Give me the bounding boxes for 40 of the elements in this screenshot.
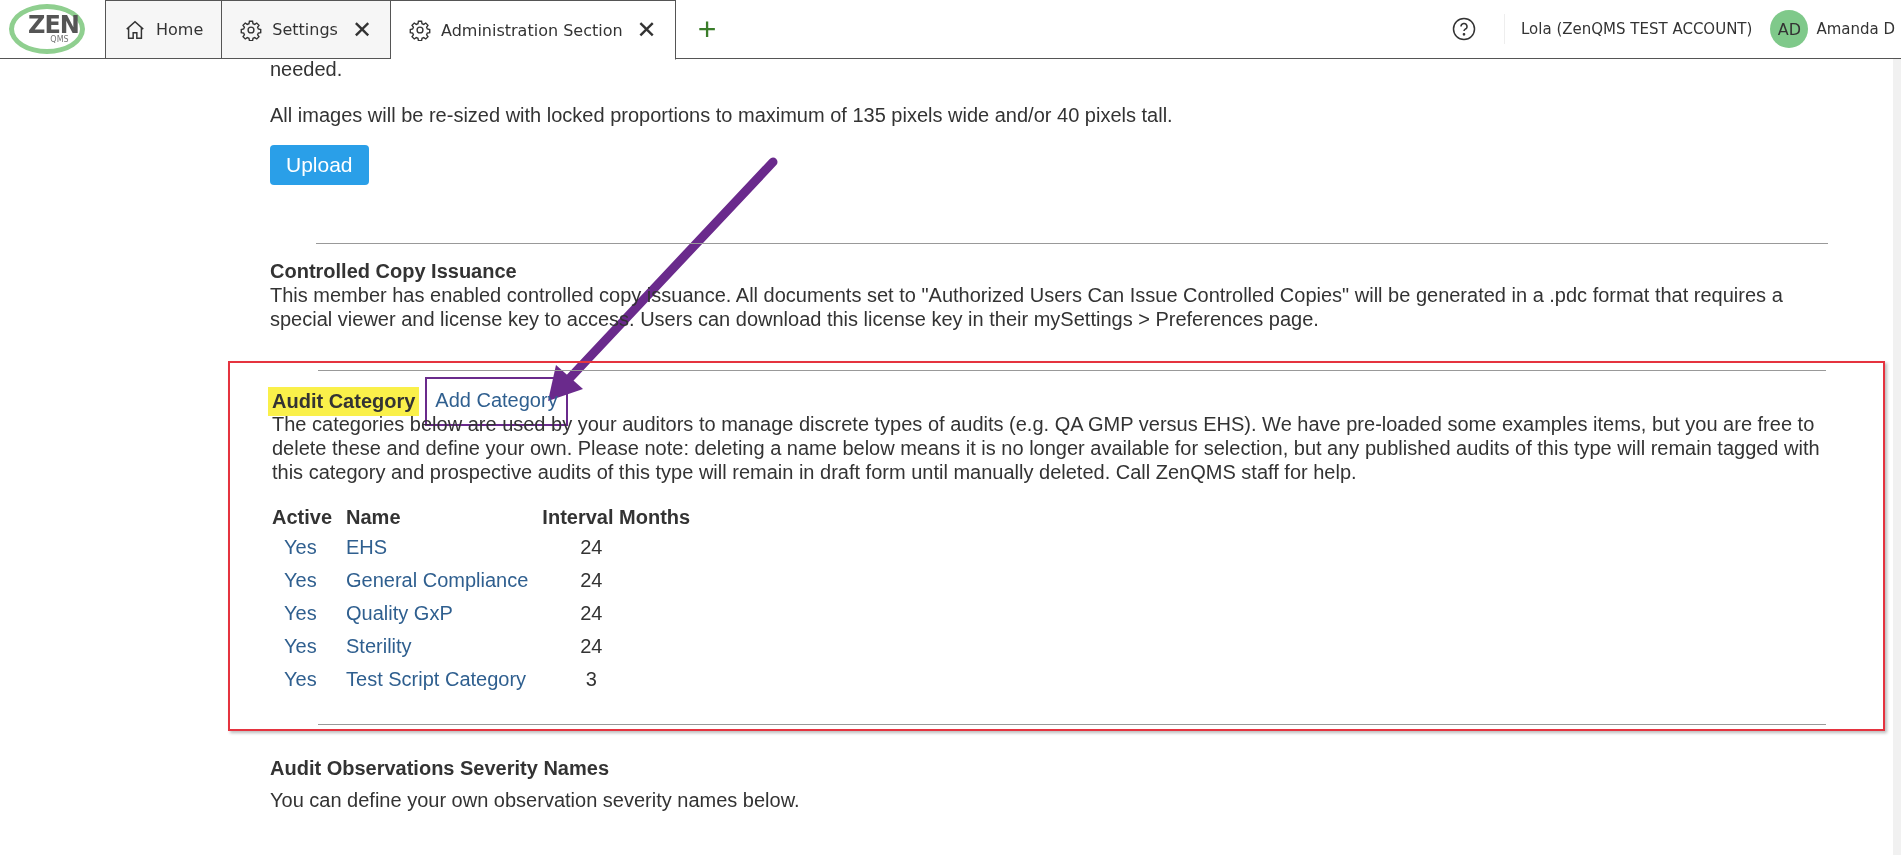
tab[interactable]: Administration Section ✕ xyxy=(391,0,676,60)
category-link[interactable]: Sterility xyxy=(346,635,412,657)
add-tab-button[interactable]: + xyxy=(675,0,739,58)
section-title: Audit Category xyxy=(268,387,420,416)
gear-icon xyxy=(409,19,431,41)
category-link[interactable]: EHS xyxy=(346,536,388,558)
home-icon xyxy=(124,18,146,41)
user-name[interactable]: Amanda D xyxy=(1816,0,1895,58)
section-title: Audit Observations Severity Names xyxy=(270,757,609,780)
category-link[interactable]: General Compliance xyxy=(346,569,529,591)
active-link[interactable]: Yes xyxy=(284,602,317,624)
account-name[interactable]: Lola (ZenQMS TEST ACCOUNT) xyxy=(1521,0,1753,58)
gear-icon xyxy=(240,18,263,41)
help-icon[interactable] xyxy=(1452,17,1477,41)
column-header: Active xyxy=(272,506,334,530)
table-cell-text: 24 xyxy=(579,634,604,659)
table-cell-text: 3 xyxy=(584,667,598,692)
tab[interactable]: Home xyxy=(105,0,223,59)
active-link[interactable]: Yes xyxy=(284,668,317,690)
column-header: Interval Months xyxy=(542,506,692,530)
body-text: needed. xyxy=(270,59,344,77)
table-cell-text: 24 xyxy=(579,601,604,626)
table-cell-text: 24 xyxy=(579,535,604,560)
section-title: Controlled Copy Issuance xyxy=(270,260,517,283)
category-link[interactable]: Test Script Category xyxy=(346,668,527,690)
category-link[interactable]: Quality GxP xyxy=(346,602,453,624)
tab[interactable]: Settings ✕ xyxy=(222,0,391,59)
upload-note: All images will be re-sized with locked proportions to maximum of 135 pixels wide and/or 40 pixels tall. xyxy=(270,103,1174,127)
active-link[interactable]: Yes xyxy=(284,569,317,591)
zen-logo[interactable]: ZEN QMS xyxy=(8,4,85,54)
column-header: Name xyxy=(346,506,402,530)
user-avatar[interactable]: AD xyxy=(1770,10,1809,48)
table-cell-text: 24 xyxy=(579,568,604,593)
active-link[interactable]: Yes xyxy=(284,635,317,657)
close-icon[interactable]: ✕ xyxy=(636,18,657,42)
close-icon[interactable]: ✕ xyxy=(351,17,372,42)
add-category-link[interactable]: Add Category xyxy=(435,389,558,411)
active-link[interactable]: Yes xyxy=(284,536,317,558)
scrollbar[interactable] xyxy=(1893,59,1901,855)
section-description: You can define your own observation severity names below. xyxy=(270,788,801,812)
